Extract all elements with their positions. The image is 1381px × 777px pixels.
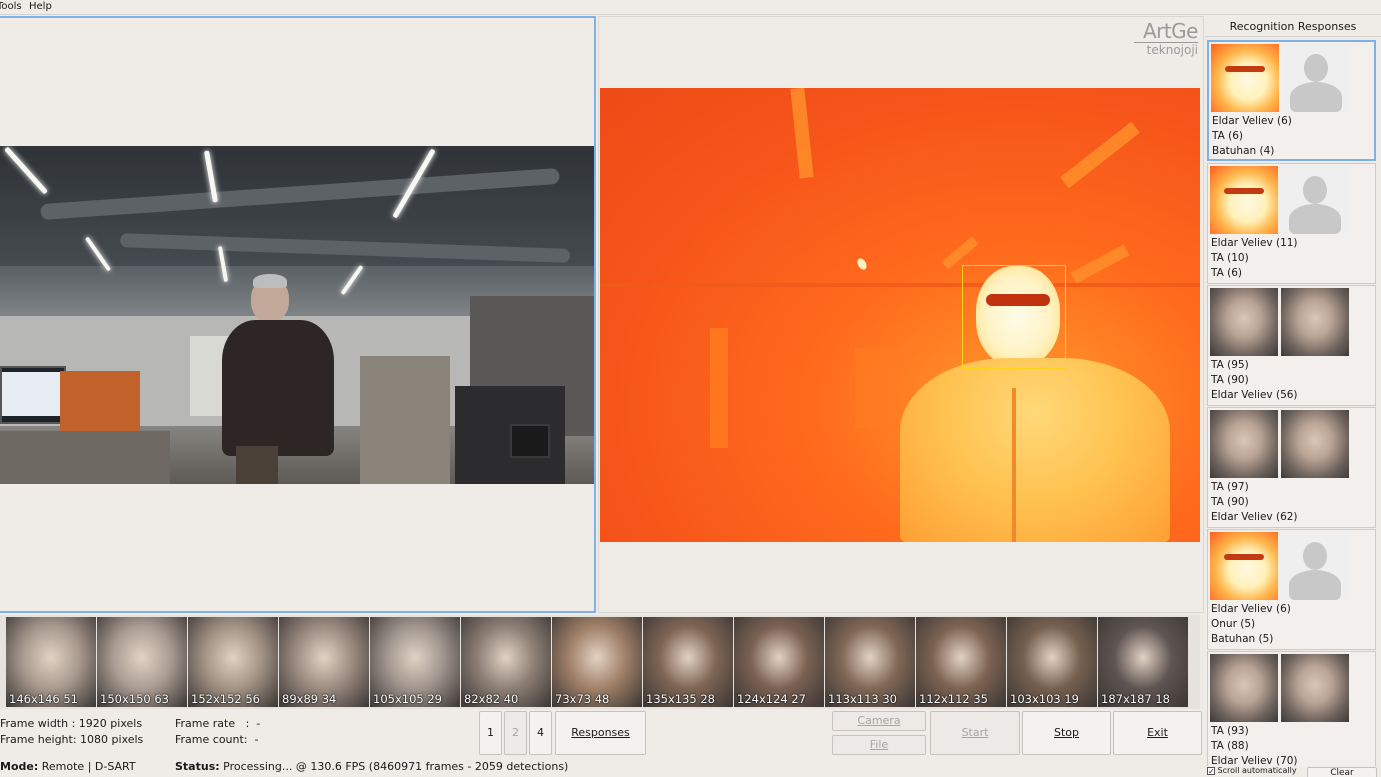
layout-2-button[interactable]: 2 — [504, 711, 527, 755]
placeholder-person-icon — [1281, 166, 1349, 234]
response-name: TA (95) — [1211, 359, 1249, 371]
response-name: TA (88) — [1211, 740, 1249, 752]
menu-help[interactable]: Help — [29, 1, 52, 12]
camera-button[interactable]: Camera — [832, 711, 926, 731]
face-label: 187x187 18 — [1101, 692, 1170, 706]
response-name: Eldar Veliev (6) — [1211, 603, 1291, 615]
scroll-auto-checkbox[interactable]: ✓ — [1207, 767, 1215, 776]
match-thumbnail — [1281, 288, 1349, 356]
detected-faces-strip: 146x146 51 150x150 63 152x152 56 89x89 3… — [0, 615, 1200, 709]
response-card[interactable]: TA (95) TA (90) Eldar Veliev (56) — [1207, 285, 1376, 406]
match-thumbnail — [1281, 654, 1349, 722]
face-label: 152x152 56 — [191, 692, 260, 706]
response-name: TA (6) — [1211, 267, 1242, 279]
response-card[interactable]: TA (93) TA (88) Eldar Veliev (70) — [1207, 651, 1376, 766]
placeholder-person-icon — [1281, 532, 1349, 600]
face-label: 113x113 30 — [828, 692, 897, 706]
face-thumbnail[interactable]: 73x73 48 — [552, 617, 642, 707]
face-label: 124x124 27 — [737, 692, 806, 706]
frame-height-info: Frame height: 1080 pixels — [0, 733, 144, 746]
status-bar: Mode: Remote | D-SART — [0, 760, 136, 773]
response-name: TA (6) — [1212, 130, 1243, 142]
status-label: Status: — [175, 760, 220, 773]
response-card[interactable]: TA (97) TA (90) Eldar Veliev (62) — [1207, 407, 1376, 528]
logo-line2: teknojoji — [1146, 43, 1198, 57]
responses-list[interactable]: Eldar Veliev (6) TA (6) Batuhan (4) Elda… — [1205, 38, 1381, 766]
response-card[interactable]: Eldar Veliev (6) TA (6) Batuhan (4) — [1207, 40, 1376, 161]
scroll-auto-label: Scroll automatically — [1217, 766, 1297, 775]
face-label: 146x146 51 — [9, 692, 78, 706]
face-thumbnail[interactable]: 135x135 28 — [643, 617, 733, 707]
exit-button[interactable]: Exit — [1113, 711, 1202, 755]
query-thumbnail — [1211, 44, 1279, 112]
face-label: 112x112 35 — [919, 692, 988, 706]
face-label: 73x73 48 — [555, 692, 610, 706]
face-thumbnail[interactable]: 113x113 30 — [825, 617, 915, 707]
responses-footer: ✓ Scroll automatically Clear — [1205, 766, 1381, 777]
response-card[interactable]: Eldar Veliev (11) TA (10) TA (6) — [1207, 163, 1376, 284]
face-thumbnail[interactable]: 152x152 56 — [188, 617, 278, 707]
response-name: Onur (5) — [1211, 618, 1256, 630]
frame-count-info: Frame count: - — [175, 733, 259, 746]
response-card[interactable]: Eldar Veliev (6) Onur (5) Batuhan (5) — [1207, 529, 1376, 650]
face-thumbnail[interactable]: 150x150 63 — [97, 617, 187, 707]
query-thumbnail — [1210, 166, 1278, 234]
face-label: 135x135 28 — [646, 692, 715, 706]
face-thumbnail[interactable]: 103x103 19 — [1007, 617, 1097, 707]
mode-label: Mode: — [0, 760, 39, 773]
response-name: Eldar Veliev (6) — [1212, 115, 1292, 127]
status-value: Processing... @ 130.6 FPS (8460971 frame… — [223, 760, 569, 773]
face-thumbnail[interactable]: 146x146 51 — [6, 617, 96, 707]
query-thumbnail — [1210, 532, 1278, 600]
response-name: TA (90) — [1211, 374, 1249, 386]
query-thumbnail — [1210, 288, 1278, 356]
clear-button[interactable]: Clear — [1307, 767, 1377, 777]
frame-width-info: Frame width : 1920 pixels — [0, 717, 143, 730]
response-name: TA (90) — [1211, 496, 1249, 508]
responses-button[interactable]: Responses — [555, 711, 646, 755]
response-name: TA (97) — [1211, 481, 1249, 493]
response-name: Eldar Veliev (11) — [1211, 237, 1298, 249]
stop-button[interactable]: Stop — [1022, 711, 1111, 755]
response-name: TA (10) — [1211, 252, 1249, 264]
artge-logo: ArtGe teknojoji — [1134, 20, 1199, 57]
menu-bar: Tools Help — [0, 0, 1381, 15]
responses-title: Recognition Responses — [1205, 17, 1381, 37]
response-name: Batuhan (5) — [1211, 633, 1274, 645]
face-label: 105x105 29 — [373, 692, 442, 706]
response-name: Eldar Veliev (56) — [1211, 389, 1298, 401]
frame-rate-info: Frame rate : - — [175, 717, 261, 730]
face-thumbnail[interactable]: 89x89 34 — [279, 617, 369, 707]
rgb-video-feed — [0, 146, 594, 484]
file-button[interactable]: File — [832, 735, 926, 755]
response-name: Batuhan (4) — [1212, 145, 1275, 157]
face-thumbnail[interactable]: 105x105 29 — [370, 617, 460, 707]
layout-1-button[interactable]: 1 — [479, 711, 502, 755]
response-name: TA (93) — [1211, 725, 1249, 737]
query-thumbnail — [1210, 410, 1278, 478]
thermal-video-feed — [600, 88, 1200, 542]
face-thumbnail[interactable]: 187x187 18 — [1098, 617, 1188, 707]
face-label: 82x82 40 — [464, 692, 519, 706]
face-thumbnail[interactable]: 82x82 40 — [461, 617, 551, 707]
status-text: Status: Processing... @ 130.6 FPS (84609… — [175, 760, 568, 773]
face-label: 103x103 19 — [1010, 692, 1079, 706]
menu-tools[interactable]: Tools — [0, 1, 22, 12]
response-name: Eldar Veliev (70) — [1211, 755, 1298, 766]
face-label: 89x89 34 — [282, 692, 337, 706]
response-name: Eldar Veliev (62) — [1211, 511, 1298, 523]
mode-value: Remote | D-SART — [41, 760, 136, 773]
face-thumbnail[interactable]: 124x124 27 — [734, 617, 824, 707]
face-thumbnail[interactable]: 112x112 35 — [916, 617, 1006, 707]
match-thumbnail — [1281, 410, 1349, 478]
layout-4-button[interactable]: 4 — [529, 711, 552, 755]
face-label: 150x150 63 — [100, 692, 169, 706]
placeholder-person-icon — [1282, 44, 1350, 112]
query-thumbnail — [1210, 654, 1278, 722]
start-button[interactable]: Start — [930, 711, 1020, 755]
face-detection-box — [962, 265, 1066, 369]
logo-line1: ArtGe — [1134, 20, 1199, 43]
